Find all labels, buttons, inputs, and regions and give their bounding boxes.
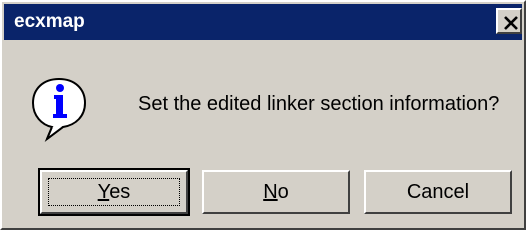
close-button[interactable] bbox=[496, 8, 522, 34]
close-icon bbox=[504, 16, 518, 30]
title-bar[interactable]: ecxmap bbox=[4, 4, 522, 40]
no-label-rest: o bbox=[277, 181, 289, 203]
message-dialog: ecxmap Set the edited linker section inf… bbox=[0, 0, 526, 230]
no-mnemonic: N bbox=[263, 181, 278, 203]
window-title: ecxmap bbox=[14, 11, 85, 32]
no-button[interactable]: No bbox=[202, 170, 350, 214]
cancel-button[interactable]: Cancel bbox=[364, 170, 512, 214]
info-icon bbox=[31, 77, 87, 142]
cancel-label: Cancel bbox=[406, 181, 470, 203]
dialog-message: Set the edited linker section informatio… bbox=[138, 93, 500, 115]
yes-label-rest: es bbox=[109, 181, 131, 203]
yes-button[interactable]: Yes bbox=[38, 168, 190, 216]
yes-mnemonic: Y bbox=[97, 181, 110, 203]
